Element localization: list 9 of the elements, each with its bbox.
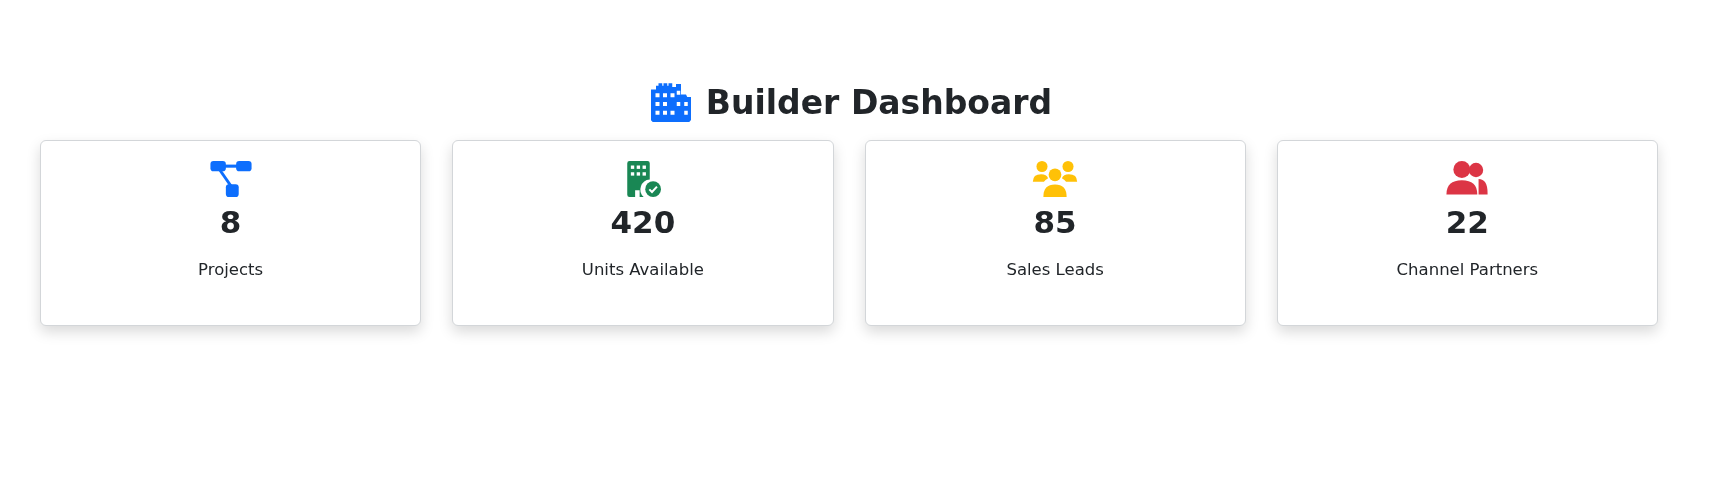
dashboard-title: Builder Dashboard (705, 82, 1053, 122)
stat-label: Units Available (581, 260, 704, 279)
stat-value: 85 (1033, 203, 1077, 242)
stat-value: 8 (219, 203, 242, 242)
stat-label: Channel Partners (1396, 260, 1539, 279)
stat-label: Sales Leads (1006, 260, 1104, 279)
stat-label: Projects (198, 260, 264, 279)
stat-value: 420 (610, 203, 676, 242)
stat-value: 22 (1445, 203, 1489, 242)
